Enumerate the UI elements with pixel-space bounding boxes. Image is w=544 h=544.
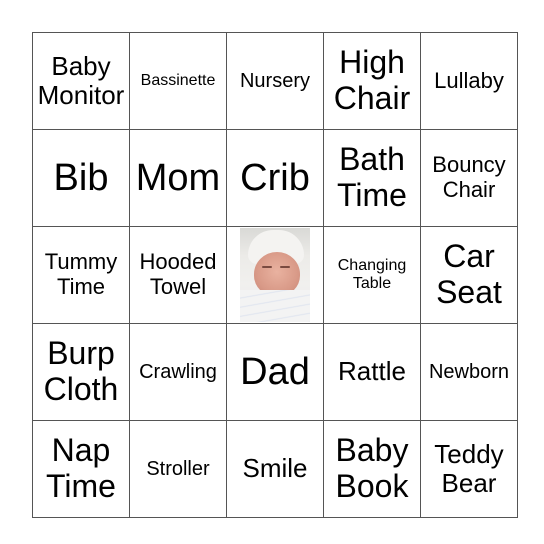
bingo-board: Baby Monitor Bassinette Nursery High Chair L… [32, 32, 518, 518]
cell-label: Tummy Time [44, 249, 118, 299]
board-row: Bib Mom Crib Bath Time Bouncy Chair [32, 129, 518, 227]
bingo-cell[interactable]: Mom [129, 129, 227, 227]
cell-label: Mom [135, 156, 221, 199]
bingo-cell[interactable]: Stroller [129, 420, 227, 518]
bingo-cell[interactable]: Changing Table [323, 226, 421, 324]
bingo-cell[interactable]: Newborn [420, 323, 518, 421]
cell-label: Lullaby [434, 67, 504, 93]
cell-label: Dad [240, 350, 310, 393]
cell-label: Rattle [338, 356, 406, 387]
cell-label: Nursery [239, 69, 310, 92]
board-row: Baby Monitor Bassinette Nursery High Chair L… [32, 32, 518, 130]
cell-label: Bouncy Chair [432, 152, 506, 202]
cell-label: Bath Time [337, 141, 407, 213]
cell-label: Baby Book [335, 432, 409, 504]
cell-label: Crawling [139, 360, 217, 383]
bingo-cell[interactable]: Bouncy Chair [420, 129, 518, 227]
bingo-cell[interactable]: High Chair [323, 32, 421, 130]
baby-photo [240, 228, 310, 322]
bingo-cell[interactable]: Crawling [129, 323, 227, 421]
cell-label: Nap Time [46, 432, 116, 504]
cell-label: Newborn [428, 360, 510, 383]
bingo-cell[interactable]: Smile [226, 420, 324, 518]
bingo-cell[interactable]: Bib [32, 129, 130, 227]
bingo-cell[interactable]: Nap Time [32, 420, 130, 518]
bingo-cell[interactable]: Teddy Bear [420, 420, 518, 518]
eye-shape [262, 266, 272, 268]
bingo-cell[interactable]: Rattle [323, 323, 421, 421]
bingo-cell[interactable]: Baby Book [323, 420, 421, 518]
bingo-cell[interactable]: Crib [226, 129, 324, 227]
bingo-cell[interactable]: Lullaby [420, 32, 518, 130]
cell-label: Smile [242, 453, 308, 484]
bingo-cell[interactable]: Baby Monitor [32, 32, 130, 130]
cell-label: Teddy Bear [434, 438, 504, 498]
bingo-cell[interactable]: Hooded Towel [129, 226, 227, 324]
blanket-shape [240, 290, 310, 322]
eye-shape [280, 266, 290, 268]
cell-label: Stroller [146, 457, 210, 480]
cell-label: Crib [240, 156, 310, 199]
board-row: Nap Time Stroller Smile Baby Book Teddy Bear [32, 420, 518, 518]
cell-label: High Chair [333, 44, 411, 116]
cell-label: Car Seat [436, 238, 502, 310]
cell-label: Hooded Towel [139, 249, 217, 299]
cell-label: Bib [53, 156, 109, 199]
bingo-cell[interactable]: Bath Time [323, 129, 421, 227]
bingo-cell[interactable]: Burp Cloth [32, 323, 130, 421]
bingo-cell[interactable]: Nursery [226, 32, 324, 130]
bingo-cell[interactable]: Dad [226, 323, 324, 421]
free-space-cell[interactable] [226, 226, 324, 324]
bingo-cell[interactable]: Bassinette [129, 32, 227, 130]
bingo-cell[interactable]: Car Seat [420, 226, 518, 324]
cell-label: Baby Monitor [37, 50, 125, 110]
cell-label: Bassinette [140, 72, 216, 90]
board-row: Tummy Time Hooded Towel Changing Table Car … [32, 226, 518, 324]
board-row: Burp Cloth Crawling Dad Rattle Newborn [32, 323, 518, 421]
cell-label: Changing Table [337, 257, 407, 292]
bingo-cell[interactable]: Tummy Time [32, 226, 130, 324]
cell-label: Burp Cloth [43, 335, 119, 407]
